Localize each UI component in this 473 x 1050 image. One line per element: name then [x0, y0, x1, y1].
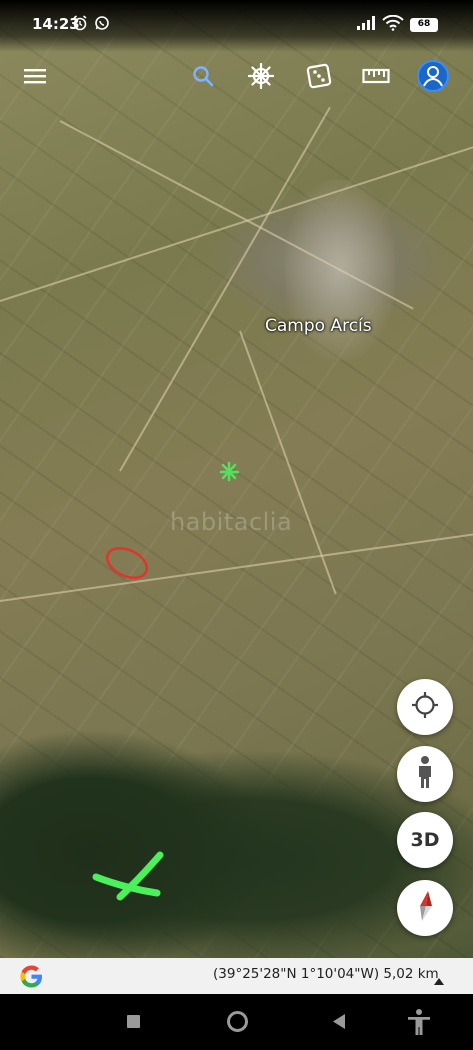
compass-button[interactable] — [397, 880, 453, 936]
red-circle-annotation — [105, 546, 149, 580]
battery-indicator: 68 — [410, 18, 438, 32]
whatsapp-icon — [94, 15, 110, 35]
circle-home-icon[interactable] — [226, 1010, 249, 1037]
pegman-icon — [415, 755, 435, 793]
info-bar[interactable]: (39°25'28"N 1°10'04"W) 5,02 km — [0, 958, 473, 994]
account-circle-icon[interactable] — [415, 58, 451, 94]
watermark: habitaclia — [170, 508, 293, 536]
system-nav-bar — [0, 994, 473, 1050]
3d-toggle-button[interactable]: 3D — [397, 812, 453, 868]
street-view-button[interactable] — [397, 746, 453, 802]
ruler-icon[interactable] — [358, 58, 394, 94]
accessibility-icon[interactable] — [406, 1008, 432, 1040]
square-recents-icon[interactable] — [126, 1014, 141, 1033]
3d-label: 3D — [410, 829, 440, 851]
status-bar: 14:23 68 — [0, 0, 473, 52]
ship-wheel-icon[interactable] — [243, 58, 279, 94]
triangle-up-icon[interactable] — [433, 971, 445, 990]
signal-icon — [356, 15, 378, 35]
coordinates-scale-text: (39°25'28"N 1°10'04"W) 5,02 km — [213, 966, 439, 982]
search-icon[interactable] — [185, 58, 221, 94]
wifi-icon — [382, 14, 404, 35]
my-location-icon — [410, 690, 440, 724]
triangle-back-icon[interactable] — [331, 1013, 347, 1034]
alarm-clock-icon — [72, 15, 88, 35]
hamburger-menu-icon[interactable] — [17, 58, 53, 94]
green-star-annotation — [219, 461, 240, 482]
google-g-logo — [18, 963, 45, 994]
my-location-button[interactable] — [397, 679, 453, 735]
compass-icon — [412, 889, 438, 927]
place-label[interactable]: Campo Arcís — [265, 316, 372, 336]
dice-icon[interactable] — [301, 58, 337, 94]
green-cross-annotation — [92, 851, 164, 901]
